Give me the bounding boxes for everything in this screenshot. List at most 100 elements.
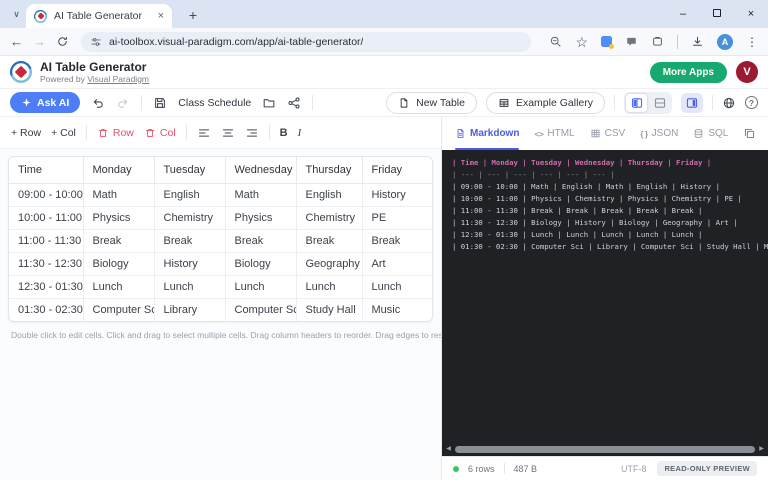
table-cell[interactable]: Art — [362, 252, 433, 275]
table-cell[interactable]: 01:30 - 02:30 — [9, 298, 83, 321]
preview-tab-html[interactable]: <>HTML — [534, 117, 574, 150]
column-header-thursday[interactable]: Thursday — [296, 157, 362, 183]
table-cell[interactable]: 09:00 - 10:00 — [9, 183, 83, 206]
profile-avatar[interactable]: A — [717, 34, 733, 50]
forward-icon[interactable]: → — [33, 35, 46, 48]
help-icon[interactable]: ? — [745, 96, 758, 109]
copy-icon[interactable] — [743, 127, 756, 140]
new-table-button[interactable]: New Table — [386, 92, 477, 114]
extension-icon[interactable] — [601, 36, 612, 47]
table-cell[interactable]: English — [296, 183, 362, 206]
split-horizontal-button[interactable] — [649, 94, 670, 112]
table-cell[interactable]: Computer Sci — [83, 298, 154, 321]
table-cell[interactable]: History — [154, 252, 225, 275]
table-cell[interactable]: Lunch — [154, 275, 225, 298]
table-cell[interactable]: Music — [362, 298, 433, 321]
table-cell[interactable]: Break — [154, 229, 225, 252]
column-header-wednesday[interactable]: Wednesday — [225, 157, 296, 183]
site-info-icon[interactable] — [90, 36, 102, 48]
align-left-icon[interactable] — [197, 126, 211, 140]
document-name[interactable]: Class Schedule — [178, 97, 251, 109]
comment-icon[interactable] — [625, 35, 638, 48]
powered-by: Powered by Visual Paradigm — [40, 74, 149, 84]
delete-column-button[interactable]: Col — [144, 127, 176, 139]
side-panel-toggle[interactable] — [681, 93, 703, 113]
table-cell[interactable]: Break — [296, 229, 362, 252]
window-minimize-button[interactable]: – — [676, 8, 690, 20]
share-icon[interactable] — [287, 96, 301, 110]
read-only-badge: READ-ONLY PREVIEW — [657, 461, 757, 476]
ask-ai-button[interactable]: Ask AI — [10, 92, 80, 113]
preview-tab-json[interactable]: { }JSON — [640, 117, 678, 150]
table-cell[interactable]: Biology — [83, 252, 154, 275]
column-header-monday[interactable]: Monday — [83, 157, 154, 183]
preview-tab-csv[interactable]: CSV — [590, 117, 626, 150]
table-cell[interactable]: Break — [362, 229, 433, 252]
table-cell[interactable]: Math — [225, 183, 296, 206]
extensions-icon[interactable] — [651, 35, 664, 48]
horizontal-scrollbar[interactable]: ◀ ▶ — [444, 444, 766, 454]
table-cell[interactable]: 10:00 - 11:00 — [9, 206, 83, 229]
reload-icon[interactable] — [56, 35, 69, 48]
table-cell[interactable]: History — [362, 183, 433, 206]
more-apps-button[interactable]: More Apps — [650, 62, 727, 83]
undo-icon[interactable] — [91, 96, 105, 110]
table-cell[interactable]: Computer Sci — [225, 298, 296, 321]
table-cell[interactable]: Physics — [225, 206, 296, 229]
open-folder-icon[interactable] — [262, 96, 276, 110]
tab-close-icon[interactable]: × — [158, 10, 164, 22]
save-icon[interactable] — [153, 96, 167, 110]
table-cell[interactable]: English — [154, 183, 225, 206]
scrollbar-thumb[interactable] — [455, 446, 755, 453]
column-header-friday[interactable]: Friday — [362, 157, 433, 183]
window-maximize-button[interactable] — [710, 8, 724, 20]
table-cell[interactable]: Break — [225, 229, 296, 252]
example-gallery-button[interactable]: Example Gallery — [486, 92, 605, 114]
table-cell[interactable]: Physics — [83, 206, 154, 229]
delete-row-button[interactable]: Row — [97, 127, 134, 139]
column-header-time[interactable]: Time — [9, 157, 83, 183]
column-header-tuesday[interactable]: Tuesday — [154, 157, 225, 183]
align-center-icon[interactable] — [221, 126, 235, 140]
preview-tab-sql[interactable]: SQL — [693, 117, 728, 150]
table-cell[interactable]: Math — [83, 183, 154, 206]
download-icon[interactable] — [691, 35, 704, 48]
address-bar[interactable]: ai-toolbox.visual-paradigm.com/app/ai-ta… — [81, 32, 531, 52]
window-close-button[interactable]: × — [744, 8, 758, 20]
user-avatar[interactable]: V — [736, 61, 758, 83]
preview-tab-markdown[interactable]: Markdown — [455, 117, 519, 150]
add-column-button[interactable]: + Col — [51, 127, 76, 139]
table-cell[interactable]: 11:30 - 12:30 — [9, 252, 83, 275]
scroll-right-icon[interactable]: ▶ — [757, 444, 766, 454]
table-cell[interactable]: Lunch — [225, 275, 296, 298]
zoom-out-icon[interactable] — [549, 35, 562, 48]
table-cell[interactable]: 12:30 - 01:30 — [9, 275, 83, 298]
browser-menu-icon[interactable]: ⋮ — [746, 35, 758, 49]
align-right-icon[interactable] — [245, 126, 259, 140]
add-row-button[interactable]: + Row — [11, 127, 41, 139]
table-cell[interactable]: Lunch — [296, 275, 362, 298]
redo-icon[interactable] — [116, 96, 130, 110]
browser-tab[interactable]: AI Table Generator × — [26, 4, 172, 28]
split-vertical-button[interactable] — [626, 94, 647, 112]
back-icon[interactable]: ← — [10, 35, 23, 48]
table-cell[interactable]: Lunch — [362, 275, 433, 298]
visual-paradigm-link[interactable]: Visual Paradigm — [87, 74, 149, 84]
italic-button[interactable]: I — [298, 127, 302, 139]
table-cell[interactable]: PE — [362, 206, 433, 229]
table-cell[interactable]: 11:00 - 11:30 — [9, 229, 83, 252]
tab-search-button[interactable]: ∨ — [9, 7, 24, 22]
table-cell[interactable]: Lunch — [83, 275, 154, 298]
table-cell[interactable]: Library — [154, 298, 225, 321]
table-cell[interactable]: Chemistry — [296, 206, 362, 229]
bookmark-star-icon[interactable]: ☆ — [575, 35, 588, 49]
language-globe-icon[interactable] — [722, 96, 736, 110]
bold-button[interactable]: B — [280, 127, 288, 139]
scroll-left-icon[interactable]: ◀ — [444, 444, 453, 454]
table-cell[interactable]: Study Hall — [296, 298, 362, 321]
new-tab-button[interactable]: + — [183, 5, 203, 25]
table-cell[interactable]: Geography — [296, 252, 362, 275]
table-cell[interactable]: Break — [83, 229, 154, 252]
table-cell[interactable]: Chemistry — [154, 206, 225, 229]
table-cell[interactable]: Biology — [225, 252, 296, 275]
